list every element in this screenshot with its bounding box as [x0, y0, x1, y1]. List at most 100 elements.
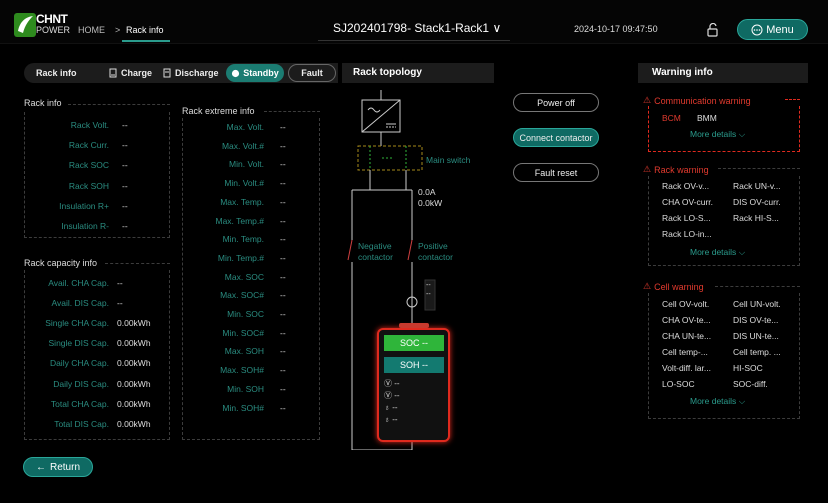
warning-item: Cell temp-... [662, 347, 708, 357]
rack-capacity-section-title: Rack capacity info [24, 258, 98, 268]
field-value: -- [280, 234, 286, 245]
brand-sub: POWER [36, 25, 71, 35]
field-label: Rack SOC [68, 160, 109, 171]
tab-discharge[interactable]: Discharge [162, 64, 219, 82]
field-label: Min. SOH [227, 383, 264, 394]
comm-more-details-link[interactable]: More details ⌵ [690, 129, 745, 140]
warning-triangle-icon: ⚠ [643, 281, 652, 291]
fault-reset-button[interactable]: Fault reset [513, 163, 599, 182]
field-value: 0.00kWh [117, 418, 151, 429]
tab-fault[interactable]: Fault [288, 64, 336, 82]
field-value: -- [122, 200, 128, 211]
warning-item: CHA UN-te... [662, 331, 712, 341]
field-label: Max. Temp.# [215, 215, 264, 226]
warning-item: Cell OV-volt. [662, 299, 710, 309]
menu-button[interactable]: Menu [737, 19, 808, 40]
rack-more-details-link[interactable]: More details ⌵ [690, 247, 745, 258]
tab-standby[interactable]: Standby [226, 64, 284, 82]
chevron-down-icon: ∨ [492, 21, 502, 35]
min-voltage-row: Ⓥ -- [384, 390, 400, 402]
fuse-mark: -- [426, 291, 431, 298]
positive-contactor-line1: Positive [418, 241, 448, 251]
comm-warning-bmm: BMM [697, 113, 717, 123]
max-temp-icon: ♁ [384, 403, 393, 412]
warning-item: Rack LO-S... [662, 213, 711, 223]
field-label: Single DIS Cap. [48, 338, 109, 349]
brand-logo: CHNT POWER [14, 13, 72, 37]
warning-item: CHA OV-curr. [662, 197, 714, 207]
warning-item: LO-SOC [662, 379, 695, 389]
field-value: 0.00kWh [117, 378, 151, 389]
field-value: -- [280, 327, 286, 338]
max-voltage-icon: Ⓥ [384, 379, 395, 388]
fuse-mark: -- [426, 282, 431, 289]
tab-charge[interactable]: Charge [108, 64, 152, 82]
unlock-icon[interactable] [706, 22, 720, 37]
negative-contactor-line2: contactor [358, 252, 393, 262]
rack-capacity-divider [105, 263, 170, 264]
soc-indicator: SOC -- [384, 335, 444, 351]
chevron-down-icon: ⌵ [738, 129, 746, 139]
field-label: Insulation R+ [59, 200, 109, 211]
field-label: Min. Temp.# [217, 252, 264, 263]
warning-item: SOC-diff. [733, 379, 768, 389]
field-label: Max. Temp. [220, 196, 264, 207]
warning-item: DIS OV-te... [733, 315, 779, 325]
breadcrumb-home[interactable]: HOME [78, 25, 105, 35]
field-value: -- [117, 278, 123, 288]
field-value: -- [280, 271, 286, 282]
field-label: Single CHA Cap. [45, 318, 109, 329]
tab-charge-label: Charge [121, 68, 153, 78]
warning-item: Rack UN-v... [733, 181, 781, 191]
device-selector-label: SJ202401798- Stack1-Rack1 [333, 21, 490, 35]
return-button[interactable]: ← Return [23, 457, 93, 477]
rack-extreme-divider [264, 111, 320, 112]
breadcrumb-separator: > [115, 25, 121, 35]
rack-capacity-box [24, 270, 170, 440]
radio-selected-icon [232, 69, 240, 77]
field-label: Min. SOH# [222, 402, 264, 413]
max-voltage-value: -- [394, 379, 400, 388]
field-value: -- [280, 252, 286, 263]
communication-warning-label: Communication warning [654, 95, 751, 106]
max-voltage-row: Ⓥ -- [384, 378, 400, 390]
negative-contactor-label: Negative contactor [358, 241, 393, 263]
field-value: -- [122, 160, 128, 171]
power-off-button[interactable]: Power off [513, 93, 599, 112]
discharge-icon [163, 68, 171, 78]
cell-stats: Ⓥ -- Ⓥ -- ♁ -- ♁ -- [384, 378, 400, 426]
rack-warning-title: ⚠ Rack warning [643, 164, 709, 175]
tab-fault-label: Fault [301, 68, 323, 78]
field-value: -- [122, 221, 128, 231]
charge-icon [109, 68, 117, 78]
positive-contactor-line2: contactor [418, 252, 453, 262]
field-value: -- [122, 120, 128, 130]
cell-more-details-link[interactable]: More details ⌵ [690, 396, 745, 407]
connect-contactor-button[interactable]: Connect contactor [513, 128, 599, 147]
rack-more-details-label: More details [690, 247, 737, 257]
device-selector-underline [318, 40, 510, 41]
cell-warning-label: Cell warning [654, 281, 704, 292]
field-label: Avail. CHA Cap. [48, 278, 109, 288]
field-value: 0.00kWh [117, 398, 151, 409]
field-value: -- [280, 140, 286, 151]
warning-triangle-icon: ⚠ [643, 164, 652, 174]
warning-item: Cell temp. ... [733, 347, 781, 357]
field-value: -- [280, 309, 286, 319]
field-label: Min. SOC [227, 309, 264, 319]
warning-item: DIS UN-te... [733, 331, 779, 341]
rack-power-readout: 0.0kW [418, 198, 443, 208]
field-label: Max. Volt.# [221, 140, 264, 151]
field-label: Min. Volt. [229, 159, 264, 170]
negative-contactor-line1: Negative [358, 241, 392, 251]
warning-item: Rack HI-S... [733, 213, 779, 223]
breadcrumb-current: Rack info [126, 25, 164, 35]
field-label: Max. SOC [224, 271, 264, 282]
comm-warning-bcm: BCM [662, 113, 681, 123]
field-label: Total CHA Cap. [50, 398, 109, 409]
arrow-left-icon: ← [35, 461, 46, 473]
device-selector[interactable]: SJ202401798- Stack1-Rack1 ∨ [333, 21, 501, 35]
rack-info-box [24, 112, 170, 238]
warning-triangle-icon: ⚠ [643, 95, 652, 105]
field-label: Avail. DIS Cap. [51, 298, 109, 309]
